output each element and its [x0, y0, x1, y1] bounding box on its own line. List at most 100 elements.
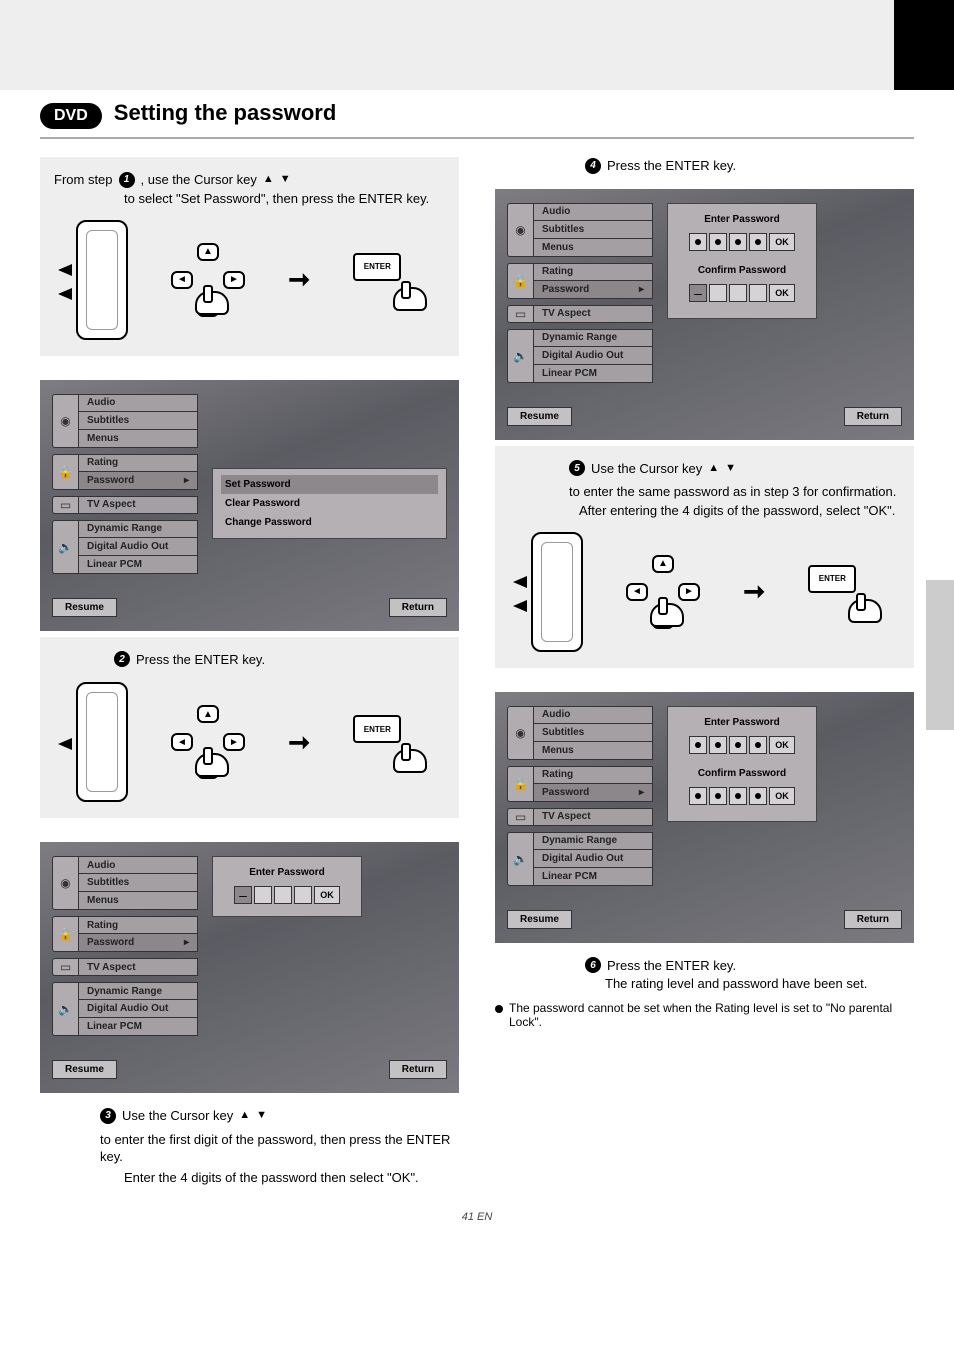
- title-divider: [40, 137, 914, 139]
- return-button[interactable]: Return: [389, 598, 447, 617]
- enter-password-label: Enter Password: [221, 867, 353, 878]
- speaker-icon: 🔈: [52, 520, 78, 574]
- page-title: Setting the password: [114, 100, 336, 126]
- menu-item-menus[interactable]: Menus: [78, 430, 198, 448]
- arrow-right-icon: ➞: [288, 264, 310, 295]
- opt-change-password[interactable]: Change Password: [221, 513, 438, 532]
- enter-button-label: ENTER: [353, 253, 401, 281]
- step1-text-c: to select "Set Password", then press the…: [124, 191, 445, 206]
- enter-press-icon: ENTER: [353, 715, 423, 769]
- menu-item-subtitles[interactable]: Subtitles: [78, 412, 198, 430]
- step5-text-c: After entering the 4 digits of the passw…: [579, 503, 900, 518]
- osd-password-options: ◉ Audio Subtitles Menus 🔒 Rating P: [40, 380, 459, 631]
- password-options-panel: Set Password Clear Password Change Passw…: [212, 468, 447, 539]
- pw-digit[interactable]: [749, 233, 767, 251]
- step-3-line: 3 Use the Cursor key ▲ ▼ to enter the fi…: [100, 1107, 459, 1166]
- opt-set-password[interactable]: Set Password: [221, 475, 438, 494]
- pw-digit-2[interactable]: [254, 886, 272, 904]
- menu-item-digaudio[interactable]: Digital Audio Out: [78, 538, 198, 556]
- step-badge-6: 6: [585, 957, 601, 973]
- menu-item-tvaspect[interactable]: TV Aspect: [78, 496, 198, 514]
- pw-ok-button[interactable]: OK: [314, 886, 340, 904]
- step-1-block: From step 1 , use the Cursor key ▲ ▼ to …: [40, 157, 459, 356]
- page-number: 41 EN: [40, 1211, 914, 1223]
- enter-press-icon: ENTER: [808, 565, 878, 619]
- pointer-icon: [513, 600, 527, 612]
- dvd-pill: DVD: [40, 103, 102, 129]
- enter-press-icon: ENTER: [353, 253, 423, 307]
- osd-enter-password: ◉ Audio Subtitles Menus 🔒 Rating Passwor…: [40, 842, 459, 1093]
- pw-digit-4[interactable]: [294, 886, 312, 904]
- pw-digit-3[interactable]: [274, 886, 292, 904]
- step-badge-1: 1: [119, 172, 135, 188]
- arrow-right-icon: ➞: [288, 727, 310, 758]
- enter-password-panel: Enter Password – OK: [212, 856, 362, 917]
- bullet-icon: [495, 1005, 503, 1013]
- up-arrow-icon: ▲: [239, 1108, 250, 1123]
- menu-item-lpcm[interactable]: Linear PCM: [78, 556, 198, 574]
- step-badge-5: 5: [569, 460, 585, 476]
- step3-text-b: to enter the first digit of the password…: [100, 1131, 459, 1166]
- pointer-icon: [513, 576, 527, 588]
- menu-item-password[interactable]: Password▸: [78, 472, 198, 490]
- step-6-line: 6 Press the ENTER key.: [585, 957, 914, 975]
- step5-diagram: ▲▼ ◄► ➞ ENTER: [509, 532, 900, 652]
- right-column: 4 Press the ENTER key. ◉ Audio Subtitles…: [495, 157, 914, 1187]
- lock-icon: 🔒: [52, 454, 78, 490]
- pw-digit[interactable]: [709, 233, 727, 251]
- step-badge-4: 4: [585, 158, 601, 174]
- step-badge-3: 3: [100, 1108, 116, 1124]
- step1-text-a: From step: [54, 171, 113, 189]
- step1-diagram: ▲ ▼ ◄ ► ➞ ENTER: [54, 220, 445, 340]
- resume-button[interactable]: Resume: [507, 910, 572, 929]
- pw-digit[interactable]: [689, 233, 707, 251]
- step3-text-a: Use the Cursor key: [122, 1107, 233, 1125]
- resume-button[interactable]: Resume: [52, 598, 117, 617]
- opt-clear-password[interactable]: Clear Password: [221, 494, 438, 513]
- step-2-block: 2 Press the ENTER key. ▲▼ ◄► ➞ E: [40, 637, 459, 819]
- remote-icon: [531, 532, 583, 652]
- pointer-icon: [58, 288, 72, 300]
- step-badge-2: 2: [114, 651, 130, 667]
- resume-button[interactable]: Resume: [507, 407, 572, 426]
- resume-button[interactable]: Resume: [52, 1060, 117, 1079]
- pw-digit[interactable]: [729, 233, 747, 251]
- title-row: DVD Setting the password: [40, 100, 914, 129]
- return-button[interactable]: Return: [844, 407, 902, 426]
- tv-icon: ▭: [52, 496, 78, 514]
- footnote-text: The password cannot be set when the Rati…: [509, 1001, 914, 1029]
- down-arrow-icon: ▼: [256, 1108, 267, 1123]
- dpad-icon: ▲▼ ◄►: [171, 705, 245, 779]
- osd-confirm-prompt: ◉ Audio Subtitles Menus 🔒 Rating Passwor…: [495, 189, 914, 440]
- menu-item-dynrange[interactable]: Dynamic Range: [78, 520, 198, 538]
- up-arrow-icon: ▲: [263, 172, 274, 187]
- left-column: From step 1 , use the Cursor key ▲ ▼ to …: [40, 157, 459, 1187]
- step1-text-b: , use the Cursor key: [141, 171, 257, 189]
- step6-text-a: Press the ENTER key.: [607, 957, 736, 975]
- pw-digit[interactable]: [729, 284, 747, 302]
- up-arrow-icon: ▲: [708, 461, 719, 476]
- step6-text-b: The rating level and password have been …: [605, 976, 914, 991]
- pw-digit-1[interactable]: –: [234, 886, 252, 904]
- pointer-icon: [58, 738, 72, 750]
- confirm-password-panel-filled: Enter Password OK Confirm Password: [667, 706, 817, 822]
- disc-icon: ◉: [52, 394, 78, 448]
- step3-text-c: Enter the 4 digits of the password then …: [124, 1170, 459, 1185]
- menu-item-audio[interactable]: Audio: [78, 394, 198, 412]
- pointer-icon: [58, 264, 72, 276]
- menu-item-rating[interactable]: Rating: [78, 454, 198, 472]
- step5-text-b: to enter the same password as in step 3 …: [569, 483, 896, 501]
- remote-icon: [76, 220, 128, 340]
- dpad-icon: ▲ ▼ ◄ ►: [171, 243, 245, 317]
- dpad-icon: ▲▼ ◄►: [626, 555, 700, 629]
- pw-digit[interactable]: –: [689, 284, 707, 302]
- step5-text-a: Use the Cursor key: [591, 460, 702, 478]
- osd-confirm-filled: ◉ Audio Subtitles Menus 🔒 Rating Passwor…: [495, 692, 914, 943]
- return-button[interactable]: Return: [389, 1060, 447, 1079]
- pw-digit[interactable]: [749, 284, 767, 302]
- step2-diagram: ▲▼ ◄► ➞ ENTER: [54, 682, 445, 802]
- pw-digit[interactable]: [709, 284, 727, 302]
- step-4-line: 4 Press the ENTER key.: [585, 157, 914, 175]
- step-5-block: 5 Use the Cursor key ▲ ▼ to enter the sa…: [495, 446, 914, 668]
- return-button[interactable]: Return: [844, 910, 902, 929]
